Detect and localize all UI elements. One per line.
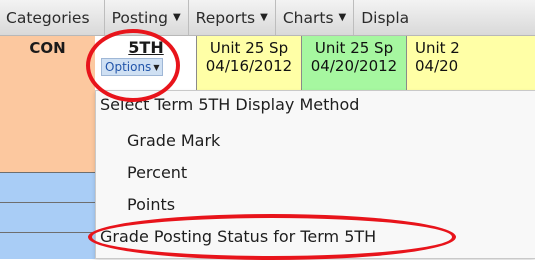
caret-down-icon: ▼ bbox=[260, 12, 268, 23]
options-button[interactable]: Options ▼ bbox=[101, 58, 164, 76]
top-menu-bar: Categories Posting ▼ Reports ▼ Charts ▼ … bbox=[0, 0, 535, 36]
assignment-header[interactable]: Unit 2 04/20 bbox=[407, 36, 535, 96]
assignment-header[interactable]: Unit 25 Sp 04/16/2012 bbox=[197, 36, 302, 96]
menu-charts[interactable]: Charts ▼ bbox=[276, 0, 355, 35]
caret-down-icon: ▼ bbox=[153, 62, 160, 72]
row-divider bbox=[0, 232, 95, 233]
display-method-dropdown: Select Term 5TH Display Method Grade Mar… bbox=[95, 90, 535, 259]
menu-option-percent[interactable]: Percent bbox=[127, 163, 187, 182]
menu-charts-label: Charts bbox=[282, 8, 334, 27]
assignment-title: Unit 25 Sp bbox=[314, 39, 394, 57]
menu-option-grade-mark[interactable]: Grade Mark bbox=[127, 131, 220, 150]
menu-option-grade-posting-status[interactable]: Grade Posting Status for Term 5TH bbox=[100, 227, 376, 246]
assignment-date: 04/16/2012 bbox=[205, 57, 293, 75]
assignment-title: Unit 25 Sp bbox=[209, 39, 289, 57]
menu-display[interactable]: Displa bbox=[354, 0, 416, 35]
assignment-title: Unit 2 bbox=[415, 39, 460, 57]
assignment-date: 04/20/2012 bbox=[310, 57, 398, 75]
term-5th-header[interactable]: 5TH bbox=[95, 38, 197, 57]
menu-posting[interactable]: Posting ▼ bbox=[105, 0, 189, 35]
menu-categories-label: Categories bbox=[6, 8, 90, 27]
row-divider bbox=[0, 202, 95, 203]
menu-display-label: Displa bbox=[361, 8, 410, 27]
con-rows bbox=[0, 172, 95, 259]
dropdown-title: Select Term 5TH Display Method bbox=[100, 95, 360, 114]
menu-posting-label: Posting bbox=[111, 8, 168, 27]
menu-categories[interactable]: Categories bbox=[0, 0, 105, 35]
row-divider bbox=[0, 172, 95, 173]
caret-down-icon: ▼ bbox=[338, 12, 347, 23]
con-label: CON bbox=[29, 39, 66, 57]
menu-reports[interactable]: Reports ▼ bbox=[189, 0, 276, 35]
options-label: Options bbox=[105, 60, 152, 74]
assignment-header[interactable]: Unit 25 Sp 04/20/2012 bbox=[302, 36, 407, 96]
con-column: CON bbox=[0, 36, 95, 259]
caret-down-icon: ▼ bbox=[172, 12, 181, 23]
assignment-date: 04/20 bbox=[415, 57, 459, 75]
menu-option-points[interactable]: Points bbox=[127, 195, 175, 214]
menu-reports-label: Reports bbox=[195, 8, 256, 27]
con-header-cell: CON bbox=[0, 36, 95, 172]
